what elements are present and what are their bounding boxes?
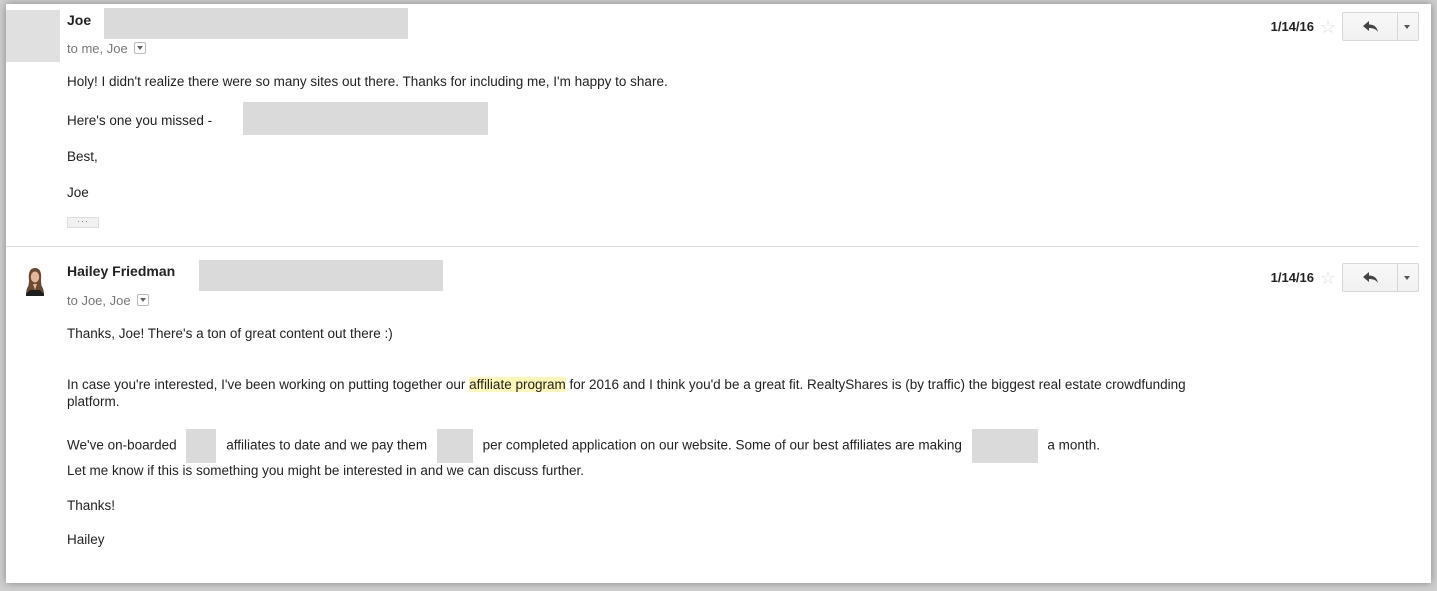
reply-button[interactable] bbox=[1343, 13, 1398, 40]
message-joe: Joe to me, Joe 1/14/16 ☆ Holy! I didn't … bbox=[6, 4, 1431, 244]
message-date: 1/14/16 bbox=[1270, 19, 1314, 34]
body-line: Hailey bbox=[67, 532, 105, 547]
recipients-dropdown-icon[interactable] bbox=[133, 42, 146, 54]
body-text: We've on-boarded bbox=[67, 437, 177, 453]
reply-arrow-icon bbox=[1363, 272, 1378, 283]
recipients-line: to me, Joe bbox=[67, 41, 146, 56]
body-line: Here's one you missed - bbox=[67, 113, 213, 128]
body-text: In case you're interested, I've been wor… bbox=[67, 377, 466, 392]
body-line: Holy! I didn't realize there were so man… bbox=[67, 74, 668, 89]
show-trimmed-content-button[interactable]: ··· bbox=[67, 217, 99, 228]
reply-button-group bbox=[1342, 263, 1419, 292]
redacted-number bbox=[186, 429, 217, 463]
recipients-text: to me, Joe bbox=[67, 41, 128, 56]
redacted-email bbox=[199, 260, 443, 291]
body-text: for 2016 and I think you'd be a great fi… bbox=[569, 377, 1186, 392]
more-options-chevron-down-icon[interactable] bbox=[1397, 264, 1418, 291]
reply-button-group bbox=[1342, 12, 1419, 41]
more-options-chevron-down-icon[interactable] bbox=[1397, 13, 1418, 40]
body-text: per completed application on our website… bbox=[482, 437, 962, 453]
recipients-text: to Joe, Joe bbox=[67, 293, 131, 308]
body-text: affiliates to date and we pay them bbox=[226, 437, 428, 453]
body-line: Let me know if this is something you mig… bbox=[67, 463, 585, 478]
star-outline-icon[interactable]: ☆ bbox=[1320, 18, 1336, 36]
email-thread: Joe to me, Joe 1/14/16 ☆ Holy! I didn't … bbox=[6, 4, 1431, 583]
message-divider bbox=[6, 246, 1419, 247]
recipients-line: to Joe, Joe bbox=[67, 293, 149, 308]
redacted-link bbox=[243, 102, 488, 135]
reply-button[interactable] bbox=[1343, 264, 1398, 291]
reply-arrow-icon bbox=[1363, 21, 1378, 32]
avatar[interactable] bbox=[20, 266, 50, 296]
body-line: platform. bbox=[67, 394, 120, 409]
recipients-dropdown-icon[interactable] bbox=[136, 294, 149, 306]
body-line: Best, bbox=[67, 149, 98, 164]
body-text: a month. bbox=[1047, 437, 1100, 453]
redacted-email bbox=[104, 8, 408, 39]
star-outline-icon[interactable]: ☆ bbox=[1320, 269, 1336, 287]
redacted-amount bbox=[436, 429, 473, 463]
avatar[interactable] bbox=[6, 10, 60, 62]
sender-name[interactable]: Hailey Friedman bbox=[67, 263, 175, 279]
body-line: Thanks, Joe! There's a ton of great cont… bbox=[67, 326, 393, 341]
sender-name[interactable]: Joe bbox=[67, 12, 91, 28]
body-line: In case you're interested, I've been wor… bbox=[67, 377, 1387, 393]
body-line: Joe bbox=[67, 185, 89, 200]
redacted-amount bbox=[971, 429, 1038, 463]
message-hailey: Hailey Friedman to Joe, Joe 1/14/16 ☆ Th… bbox=[6, 248, 1431, 583]
body-line: Thanks! bbox=[67, 498, 116, 513]
highlighted-keyword[interactable]: affiliate program bbox=[469, 377, 566, 392]
body-line: We've on-boarded affiliates to date and … bbox=[67, 429, 1367, 463]
profile-photo bbox=[20, 266, 50, 296]
message-date: 1/14/16 bbox=[1270, 270, 1314, 285]
